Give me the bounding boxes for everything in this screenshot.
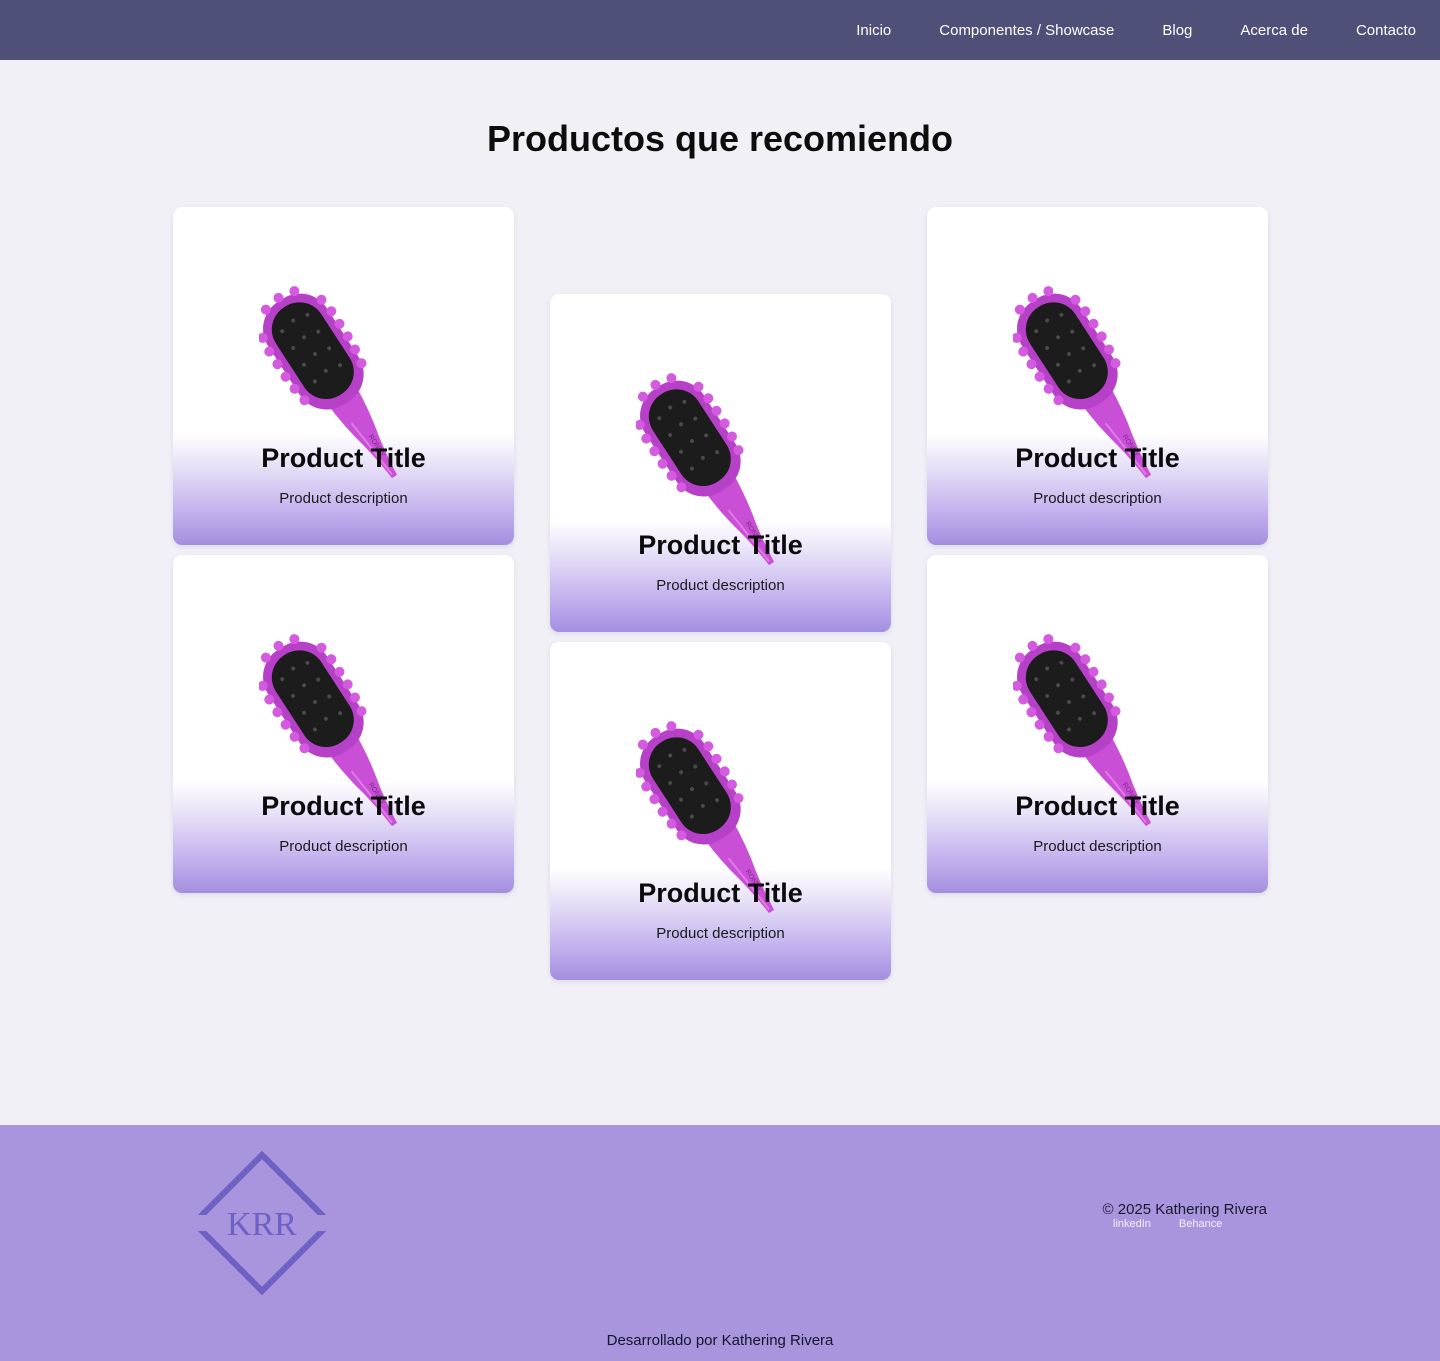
product-title: Product Title [1015, 791, 1180, 821]
nav-link-blog[interactable]: Blog [1162, 22, 1192, 39]
nav-link-inicio[interactable]: Inicio [856, 22, 891, 39]
behance-link[interactable]: Behance [1179, 1218, 1222, 1230]
product-description: Product description [279, 838, 408, 855]
footer-copyright: © 2025 Kathering Rivera [1102, 1201, 1267, 1218]
product-description: Product description [1033, 490, 1162, 507]
product-card[interactable]: Product Title Product description [173, 555, 514, 893]
product-description: Product description [1033, 838, 1162, 855]
page-title: Productos que recomiendo [486, 118, 954, 159]
krr-logo: KRR [186, 1151, 334, 1295]
product-card[interactable]: Product Title Product description [927, 207, 1268, 545]
nav-link-contacto[interactable]: Contacto [1356, 22, 1416, 39]
svg-text:KRR: KRR [227, 1206, 297, 1243]
product-card[interactable]: Product Title Product description [173, 207, 514, 545]
product-description: Product description [279, 490, 408, 507]
footer-credit: Desarrollado por Kathering Rivera [606, 1332, 834, 1349]
product-card[interactable]: Product Title Product description [550, 642, 891, 980]
site-footer: KRR © 2025 Kathering Rivera linkedIn Beh… [0, 1125, 1440, 1361]
product-description: Product description [656, 925, 785, 942]
product-title: Product Title [261, 791, 426, 821]
product-title: Product Title [638, 530, 803, 560]
product-title: Product Title [638, 878, 803, 908]
product-title: Product Title [1015, 443, 1180, 473]
product-card[interactable]: Product Title Product description [927, 555, 1268, 893]
nav-link-acerca-de[interactable]: Acerca de [1240, 22, 1308, 39]
footer-links: linkedIn Behance [1113, 1218, 1250, 1230]
product-title: Product Title [261, 443, 426, 473]
product-description: Product description [656, 577, 785, 594]
nav-link-componentes-showcase[interactable]: Componentes / Showcase [939, 22, 1114, 39]
product-card[interactable]: Product Title Product description [550, 294, 891, 632]
linkedin-link[interactable]: linkedIn [1113, 1218, 1151, 1230]
top-navbar: Inicio Componentes / Showcase Blog Acerc… [0, 0, 1440, 60]
